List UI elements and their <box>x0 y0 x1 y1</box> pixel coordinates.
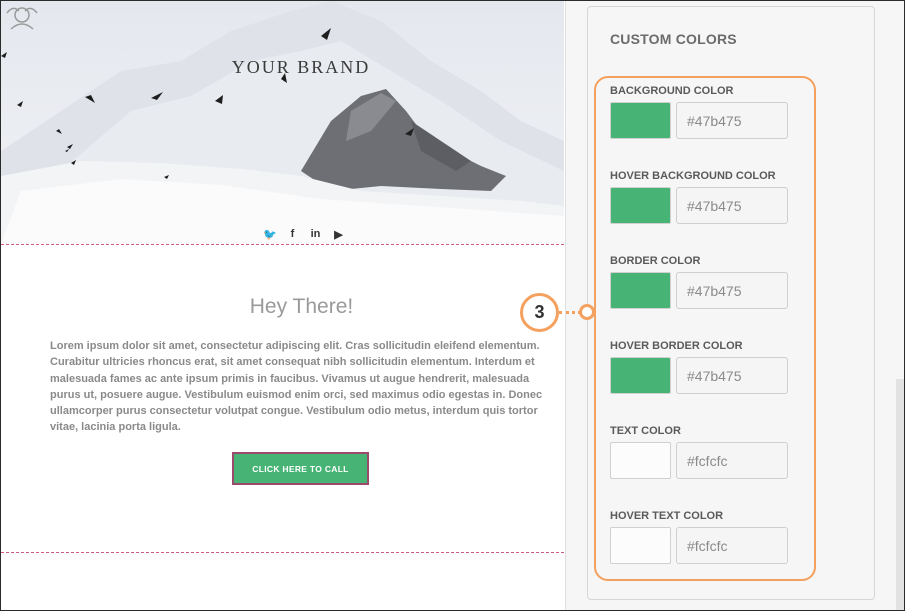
email-body-text: Lorem ipsum dolor sit amet, consectetur … <box>50 340 543 434</box>
section-divider-bottom <box>1 552 564 553</box>
hover-border-color-swatch[interactable] <box>610 357 671 394</box>
hover-text-color-swatch[interactable] <box>610 527 671 564</box>
email-greeting: Hey There! <box>249 295 354 318</box>
mountain-illustration <box>1 1 564 244</box>
panel-title: CUSTOM COLORS <box>610 31 737 47</box>
border-color-input[interactable] <box>676 272 788 309</box>
hover-text-color-label: HOVER TEXT COLOR <box>610 510 724 522</box>
background-color-swatch[interactable] <box>610 102 671 139</box>
hover-background-color-label: HOVER BACKGROUND COLOR <box>610 170 776 182</box>
brand-name: YOUR BRAND <box>231 57 371 77</box>
sidebar-scrollbar[interactable] <box>896 379 904 610</box>
step-callout-badge: 3 <box>520 293 559 332</box>
hero-image: YOUR BRAND 🐦 f in ▶ <box>1 1 564 244</box>
callout-connector-line <box>559 311 581 314</box>
callout-highlight-box <box>594 76 816 581</box>
callout-connector-dot <box>579 304 595 320</box>
hover-background-color-swatch[interactable] <box>610 187 671 224</box>
step-callout-number: 3 <box>534 302 545 322</box>
text-color-input[interactable] <box>676 442 788 479</box>
background-color-label: BACKGROUND COLOR <box>610 85 734 97</box>
hover-border-color-input[interactable] <box>676 357 788 394</box>
app-frame: YOUR BRAND 🐦 f in ▶ Hey There! Lorem ips… <box>0 0 905 611</box>
text-color-label: TEXT COLOR <box>610 425 681 437</box>
social-links: 🐦 f in ▶ <box>263 228 345 241</box>
hover-background-color-input[interactable] <box>676 187 788 224</box>
border-color-label: BORDER COLOR <box>610 255 701 267</box>
cta-button[interactable]: CLICK HERE TO CALL <box>232 452 369 485</box>
brand-logo-icon <box>6 7 38 30</box>
twitter-icon[interactable]: 🐦 <box>263 228 277 241</box>
background-color-input[interactable] <box>676 102 788 139</box>
youtube-icon[interactable]: ▶ <box>332 228 345 241</box>
facebook-icon[interactable]: f <box>286 228 299 241</box>
hover-border-color-label: HOVER BORDER COLOR <box>610 340 743 352</box>
cta-button-label: CLICK HERE TO CALL <box>252 463 349 474</box>
hover-text-color-input[interactable] <box>676 527 788 564</box>
border-color-swatch[interactable] <box>610 272 671 309</box>
email-preview: YOUR BRAND 🐦 f in ▶ Hey There! Lorem ips… <box>1 1 564 610</box>
section-divider-top <box>1 244 564 245</box>
linkedin-icon[interactable]: in <box>309 228 322 241</box>
text-color-swatch[interactable] <box>610 442 671 479</box>
